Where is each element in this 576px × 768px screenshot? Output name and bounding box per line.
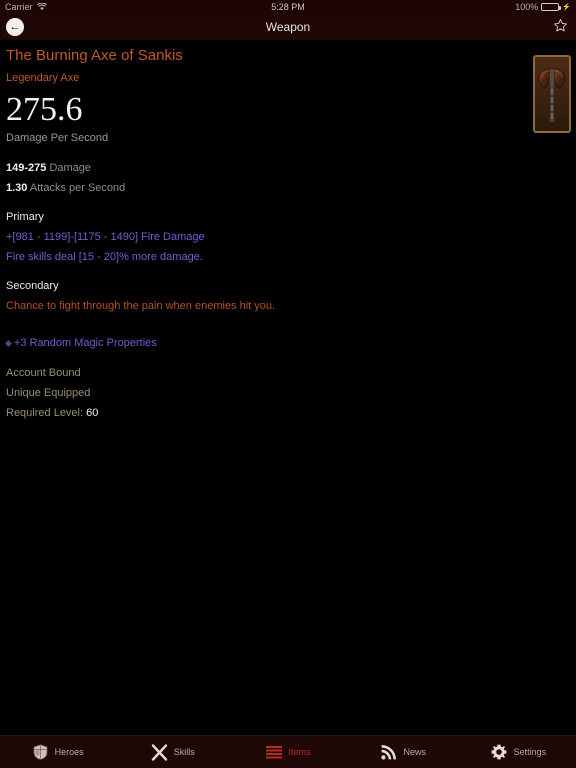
damage-label: Damage	[49, 162, 92, 174]
item-header: The Burning Axe of Sankis Legendary Axe …	[0, 40, 576, 423]
account-bound-label: Account Bound	[6, 367, 81, 379]
attack-speed-label: Attacks per Second	[29, 182, 126, 194]
battery-icon	[541, 3, 562, 11]
damage-value: 149-275	[6, 162, 47, 174]
tab-news[interactable]: News	[346, 736, 461, 768]
secondary-heading: Secondary	[6, 280, 59, 292]
shield-icon	[32, 744, 49, 761]
required-level: Required Level: 60	[6, 403, 568, 423]
secondary-affix: Chance to fight through the pain when en…	[6, 300, 276, 312]
dps-label: Damage Per Second	[6, 132, 109, 144]
axe-item-icon	[533, 55, 571, 133]
nav-bar: ← Weapon	[0, 14, 576, 40]
item-type: Legendary Axe	[6, 72, 80, 84]
item-detail-screen: Carrier 5:28 PM 100% ⚡ ← Weapon The Burn…	[0, 0, 576, 768]
attack-speed-stat: 1.30 Attacks per Second	[6, 178, 568, 198]
attack-speed-value: 1.30	[6, 182, 28, 194]
damage-stat: 149-275 Damage	[6, 158, 568, 178]
required-level-value: 60	[86, 407, 99, 419]
swords-icon	[151, 743, 168, 761]
gear-icon	[491, 744, 508, 761]
tab-news-label: News	[403, 747, 426, 757]
required-level-label: Required Level:	[6, 407, 87, 419]
list-icon	[266, 744, 283, 761]
tab-items-label: Items	[288, 747, 311, 757]
dps-value: 275.6	[6, 91, 83, 128]
tab-heroes[interactable]: Heroes	[0, 736, 115, 768]
tab-settings[interactable]: Settings	[461, 736, 576, 768]
item-content: The Burning Axe of Sankis Legendary Axe …	[0, 40, 576, 735]
tab-bar: Heroes Skills Items News Settings	[0, 735, 576, 768]
favorite-button[interactable]	[550, 18, 570, 38]
rss-icon	[380, 744, 397, 761]
primary-affix: Fire skills deal [15 - 20]% more damage.	[6, 251, 203, 263]
page-title: Weapon	[265, 20, 311, 34]
tab-settings-label: Settings	[513, 747, 547, 757]
status-bar-right: 100% ⚡	[515, 2, 571, 12]
random-magic-properties[interactable]: +3 Random Magic Properties	[4, 333, 568, 353]
tab-heroes-label: Heroes	[54, 747, 84, 757]
plug-icon: ⚡	[562, 4, 571, 11]
weapon-stats: 149-275 Damage 1.30 Attacks per Second	[6, 158, 568, 198]
item-meta: Account Bound Unique Equipped Required L…	[6, 363, 568, 423]
status-bar-clock: 5:28 PM	[271, 2, 305, 12]
unique-equipped-label: Unique Equipped	[6, 387, 91, 399]
tab-skills-label: Skills	[173, 747, 195, 757]
gem-icon	[4, 339, 13, 347]
tab-skills[interactable]: Skills	[115, 736, 230, 768]
random-magic-properties-label: +3 Random Magic Properties	[14, 337, 157, 349]
primary-affix: +[981 - 1199]-[1175 - 1490] Fire Damage	[6, 231, 205, 243]
status-bar: Carrier 5:28 PM 100% ⚡	[0, 0, 576, 14]
star-outline-icon	[553, 18, 568, 38]
item-name: The Burning Axe of Sankis	[6, 47, 183, 64]
tab-items[interactable]: Items	[230, 736, 345, 768]
battery-percent-label: 100%	[515, 2, 539, 12]
primary-heading: Primary	[6, 211, 44, 223]
